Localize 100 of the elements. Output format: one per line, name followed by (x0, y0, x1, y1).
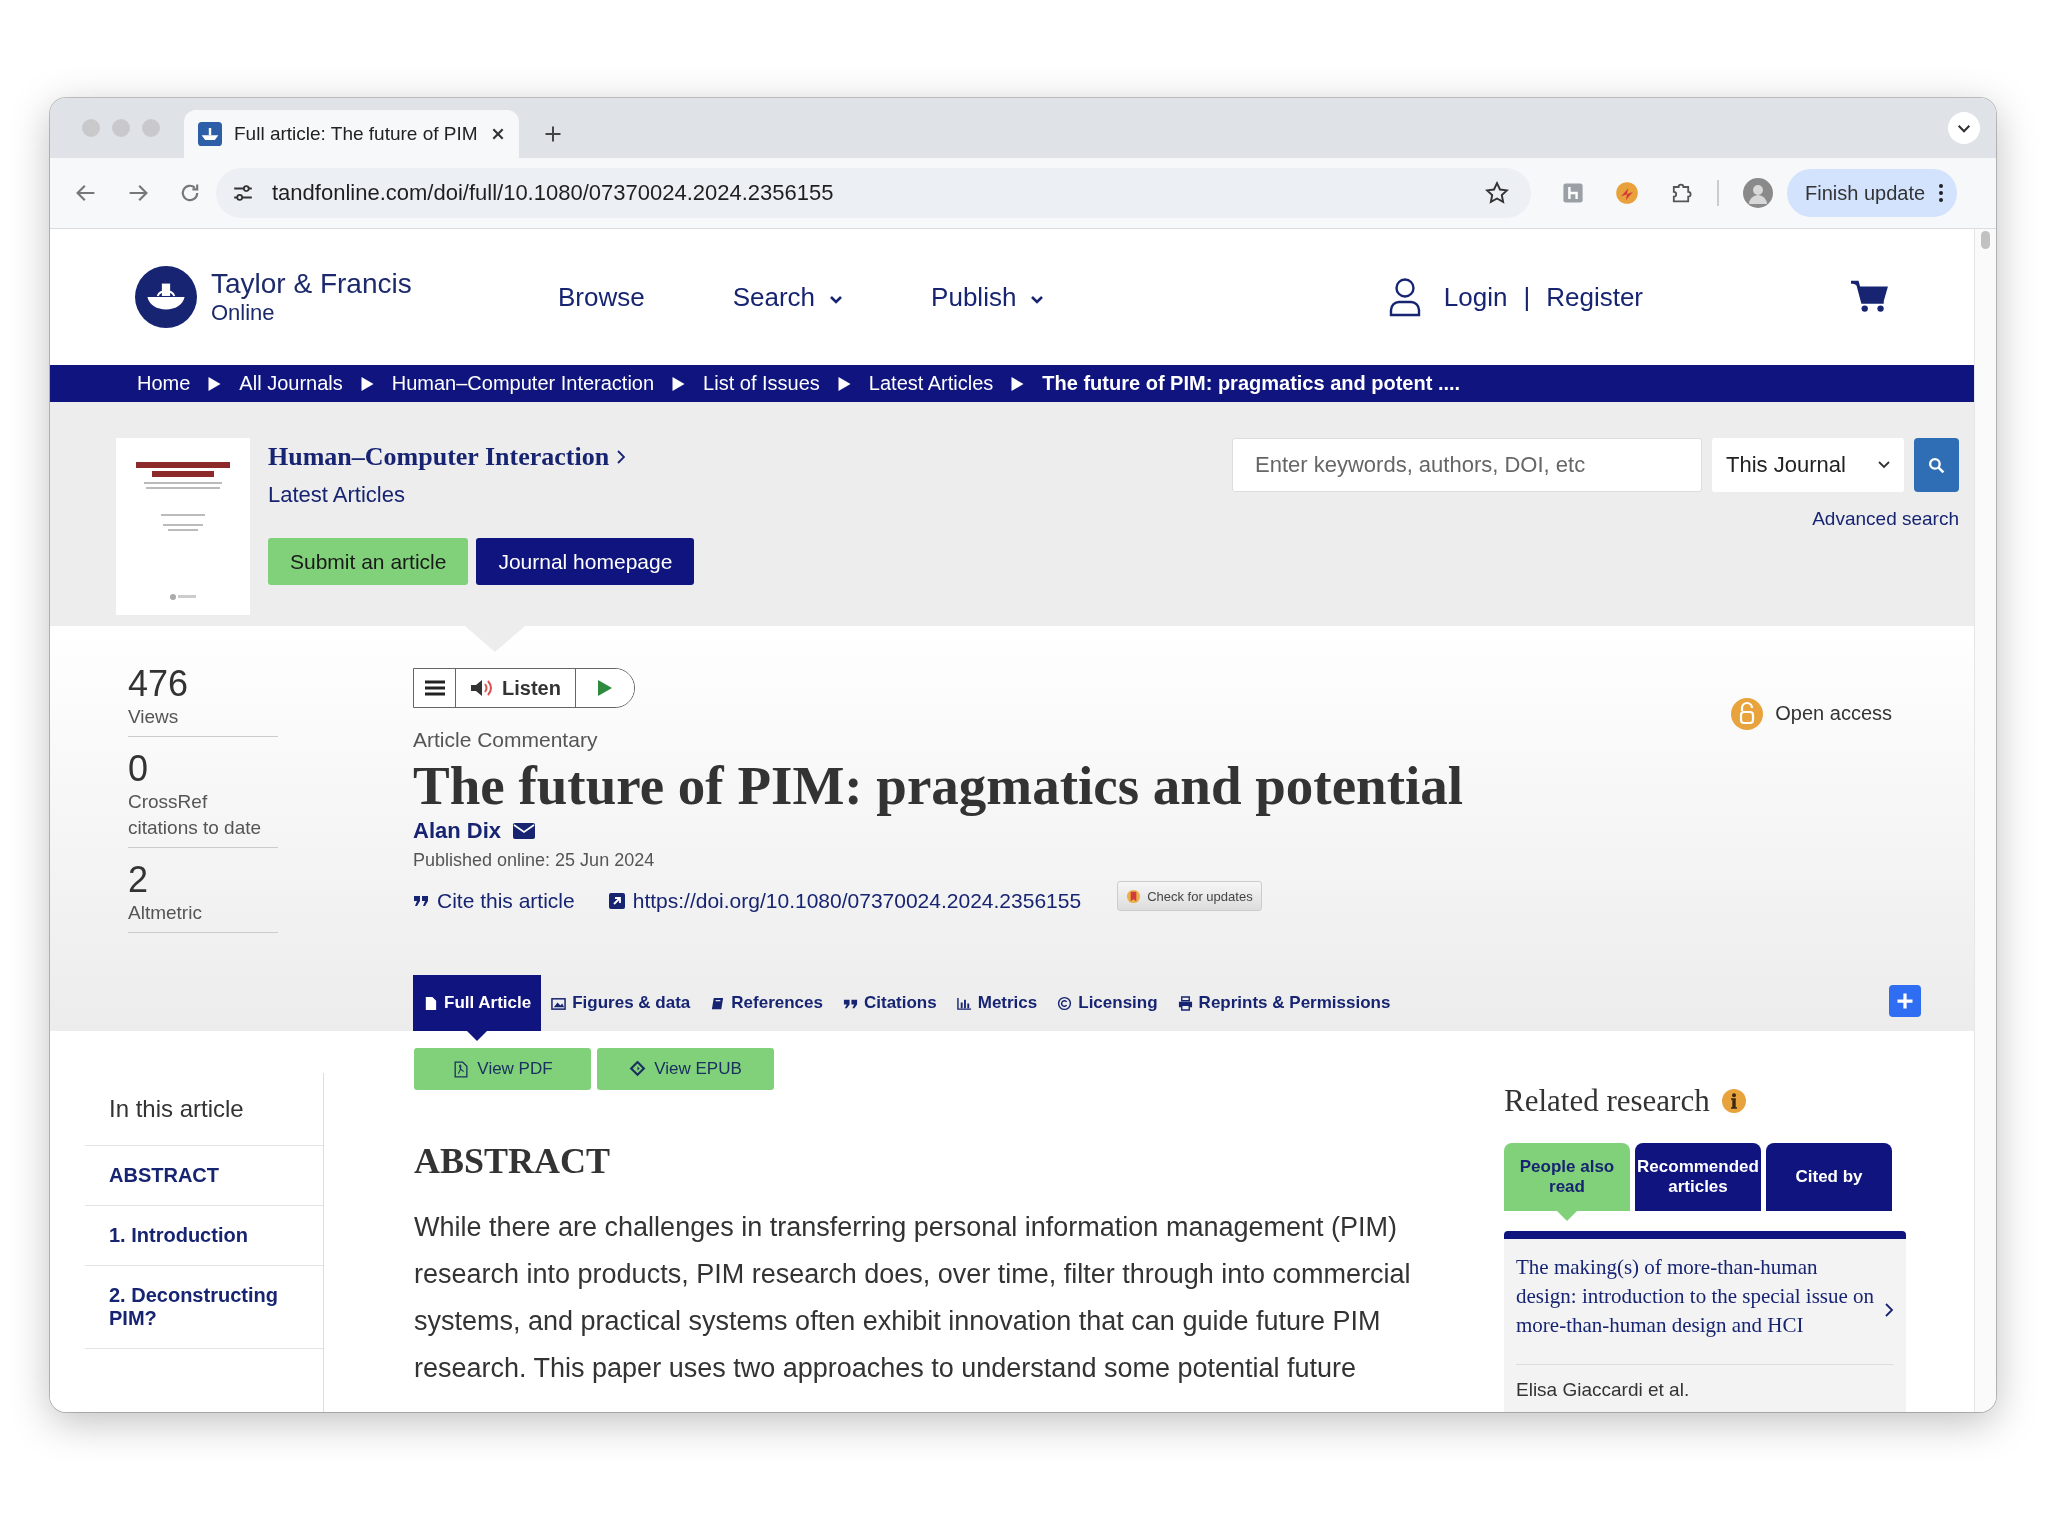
search-icon (1928, 456, 1945, 474)
search-scope-dropdown[interactable]: This Journal (1712, 438, 1904, 492)
breadcrumb-link[interactable]: List of Issues (703, 372, 820, 395)
journal-action-button[interactable]: Journal homepage (476, 538, 695, 585)
nav-link[interactable]: Search (732, 281, 844, 313)
metric-value: 476 (128, 664, 190, 704)
play-icon (598, 680, 612, 696)
shopping-cart-icon[interactable] (1851, 280, 1889, 314)
image-icon (551, 995, 567, 1011)
breadcrumb-link[interactable]: The future of PIM: pragmatics and potent .... (1042, 372, 1461, 395)
ship-favicon-icon (198, 122, 222, 146)
metric-label: CrossRef citations to date (128, 790, 263, 840)
login-link[interactable]: Login (1443, 281, 1508, 313)
new-tab-icon[interactable] (543, 124, 563, 144)
latest-articles-link[interactable]: Latest Articles (268, 482, 695, 508)
finish-update-button[interactable]: Finish update (1787, 169, 1958, 217)
scrollbar-thumb[interactable] (1981, 231, 1990, 249)
metric-value: 0 (128, 749, 150, 789)
breadcrumb-arrow-icon (360, 376, 374, 391)
toc-link[interactable]: 2. Deconstructing PIM? (85, 1266, 323, 1349)
breadcrumb-arrow-icon (1011, 376, 1025, 391)
tab-pointer-icon (1557, 1211, 1577, 1221)
plus-icon (1895, 991, 1915, 1011)
document-icon (423, 995, 438, 1011)
breadcrumb-link[interactable]: Human–Computer Interaction (391, 372, 655, 395)
envelope-icon[interactable] (513, 823, 536, 839)
journal-title-link[interactable]: Human–Computer Interaction (268, 442, 610, 472)
close-icon[interactable] (491, 127, 505, 141)
related-tab[interactable]: Cited by (1766, 1143, 1892, 1211)
copyright-icon (1057, 995, 1073, 1011)
bar-chart-icon (956, 995, 972, 1011)
profile-avatar-icon[interactable] (1743, 178, 1773, 208)
tab-title: Full article: The future of PIM (234, 123, 479, 145)
extension-icon[interactable] (1561, 181, 1585, 205)
breadcrumb-link[interactable]: Latest Articles (868, 372, 994, 395)
download-button[interactable]: View PDF (414, 1048, 591, 1090)
info-icon[interactable] (1721, 1089, 1746, 1113)
search-field[interactable]: Enter keywords, authors, DOI, etc (1232, 438, 1702, 492)
browser-tab[interactable]: Full article: The future of PIM (184, 110, 519, 158)
author-link[interactable]: Alan Dix (413, 818, 502, 844)
diamond-icon (629, 1060, 647, 1078)
article-tab[interactable]: Citations (833, 975, 947, 1031)
metric-label: Views (128, 705, 180, 729)
external-link-icon (608, 893, 625, 909)
journal-action-button[interactable]: Submit an article (268, 538, 469, 585)
check-for-updates-button[interactable]: Check for updates (1117, 881, 1262, 911)
download-button[interactable]: View EPUB (597, 1048, 774, 1090)
expand-button[interactable] (1889, 985, 1921, 1017)
nav-link[interactable]: Publish (931, 281, 1045, 313)
related-research-heading: Related research (1504, 1083, 1710, 1119)
brand-name[interactable]: Taylor & Francis (211, 268, 412, 300)
toc-link[interactable]: ABSTRACT (85, 1146, 323, 1206)
abstract-heading: ABSTRACT (414, 1140, 612, 1182)
nav-link[interactable]: Browse (558, 281, 645, 313)
breadcrumb-arrow-icon (672, 376, 686, 391)
breadcrumb-arrow-icon (837, 376, 851, 391)
cite-link[interactable]: Cite this article (413, 889, 575, 913)
tab-list-icon[interactable] (1948, 112, 1980, 144)
abstract-text: While there are challenges in transferring personal information management (PIM) research into products, PIM research does, over time, filter through into commercial systems, and practical systems often exhibit innovation that can guide future PIM research. This paper uses two approaches to understand some potential future (414, 1211, 1412, 1385)
menu-icon (424, 680, 445, 696)
extension-icon[interactable] (1615, 181, 1639, 205)
search-button[interactable] (1914, 438, 1959, 492)
article-type: Article Commentary (413, 728, 599, 752)
metric-label: Altmetric (128, 901, 203, 925)
ship-logo-icon[interactable] (135, 266, 197, 328)
user-icon[interactable] (1387, 277, 1422, 317)
more-icon (1939, 184, 1944, 202)
article-tab[interactable]: Metrics (946, 975, 1048, 1031)
related-tab[interactable]: Recommended articles (1635, 1143, 1761, 1211)
article-tab[interactable]: Reprints & Permissions (1167, 975, 1401, 1031)
book-icon (710, 995, 726, 1011)
toc-heading: In this article (85, 1073, 323, 1146)
toc-link[interactable]: 1. Introduction (85, 1206, 323, 1266)
breadcrumb-link[interactable]: Home (137, 372, 191, 395)
chevron-right-icon[interactable] (1884, 1301, 1894, 1318)
url-text: tandfonline.com/doi/full/10.1080/07370024.2024.2356155 (272, 180, 834, 206)
breadcrumb-link[interactable]: All Journals (239, 372, 343, 395)
open-access-label: Open access (1775, 702, 1892, 725)
doi-link[interactable]: https://doi.org/10.1080/07370024.2024.2356155 (608, 889, 1082, 913)
metric-value: 2 (128, 860, 150, 900)
brand-subtitle: Online (211, 300, 276, 326)
bookmark-badge-icon (1126, 888, 1142, 904)
speaker-icon (470, 678, 495, 698)
bookmark-star-icon[interactable] (1485, 181, 1509, 205)
address-bar[interactable]: tandfonline.com/doi/full/10.1080/07370024.2024.2356155 (216, 168, 1531, 218)
quote-icon (413, 893, 429, 909)
article-tab[interactable]: Licensing (1047, 975, 1168, 1031)
article-tab[interactable]: Figures & data (541, 975, 701, 1031)
register-link[interactable]: Register (1546, 281, 1643, 313)
site-settings-icon[interactable] (232, 182, 254, 204)
chevron-right-icon (617, 450, 626, 464)
printer-icon (1177, 995, 1193, 1011)
article-title: The future of PIM: pragmatics and potential (413, 754, 1464, 818)
article-tab[interactable]: References (700, 975, 833, 1031)
related-article-link[interactable]: The making(s) of more-than-human design: introduction to the special issue on more-than-human design and HCI (1516, 1253, 1876, 1340)
caret-down-icon (1878, 461, 1890, 469)
advanced-search-link[interactable]: Advanced search (1812, 508, 1959, 530)
breadcrumb-arrow-icon (208, 376, 222, 391)
open-lock-icon (1731, 698, 1764, 730)
publication-date: Published online: 25 Jun 2024 (413, 850, 656, 871)
